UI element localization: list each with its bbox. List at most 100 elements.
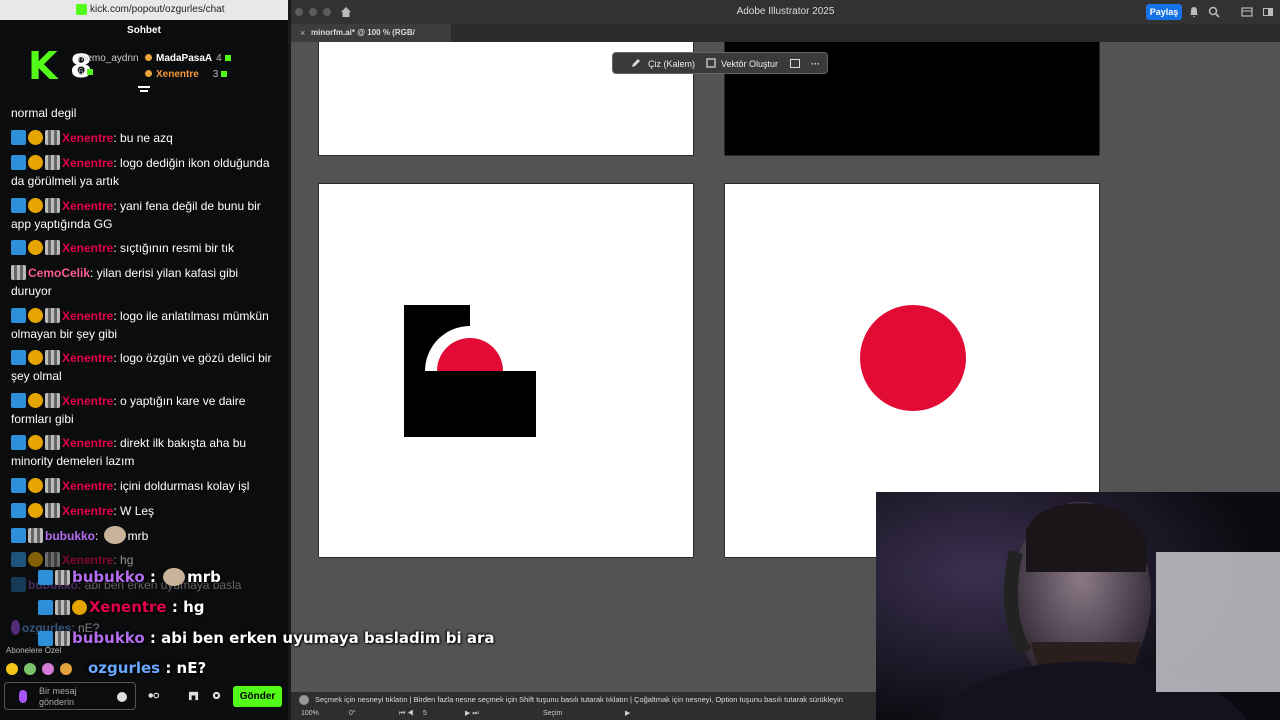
chat-username[interactable]: Xenentre [62,241,113,255]
kick-favicon-icon [76,4,87,15]
subscriber-badge-icon [28,528,43,543]
contextual-taskbar: Çiz (Kalem) Vektör Oluştur ··· [612,52,828,74]
chat-username[interactable]: Xenentre [62,436,113,450]
zoom-level[interactable]: 100% [301,708,319,720]
panel-layout-icon[interactable] [1262,6,1274,18]
leaderboard-count: 6 [78,67,93,78]
app-titlebar: Adobe Illustrator 2025 Paylaş [291,0,1280,24]
chat-url-bar: kick.com/popout/ozgurles/chat [0,0,288,20]
subscriber-badge-icon [11,265,26,280]
cat-emote-icon [103,526,126,544]
chat-username[interactable]: Xenentre [62,131,113,145]
gift-icon[interactable] [148,690,159,701]
overlay-text: nE? [176,659,207,677]
close-tab-icon[interactable]: × [300,24,305,42]
chat-message: Xenentre: içini doldurması kolay işl [11,477,279,495]
chat-username[interactable]: Xenentre [62,351,113,365]
image-trace-icon[interactable] [790,59,800,68]
supporter-badge-icon [28,198,43,213]
subscriber-badge-icon [45,240,60,255]
vector-icon [706,58,716,68]
more-options-icon[interactable]: ··· [811,57,820,71]
chat-message: Xenentre: o yaptığın kare ve daire forml… [11,393,246,426]
overlay-message: Xenentre : hg [38,598,204,616]
chat-url-text: kick.com/popout/ozgurles/chat [90,4,225,15]
status-menu-arrow-icon[interactable]: ▶ [625,708,630,720]
chat-message: Xenentre: logo ile anlatılması mümkün ol… [11,308,269,341]
pencil-icon [632,59,640,67]
chat-message: Xenentre: direkt ilk bakışta aha bu mino… [11,435,247,468]
chat-message: bubukko: mrb [11,526,279,545]
chat-username[interactable]: Xenentre [62,199,113,213]
subscriber-badge-icon [45,503,60,518]
leaderboard-name: memo_aydnn [78,53,139,64]
chat-username[interactable]: bubukko [45,529,95,543]
workspace-switcher-icon[interactable] [1241,6,1253,18]
moderator-badge-icon [11,308,26,323]
supporter-badge-icon [28,435,43,450]
bell-icon[interactable] [1188,6,1200,18]
share-button[interactable]: Paylaş [1146,4,1182,20]
moderator-badge-icon [11,393,26,408]
search-icon[interactable] [1208,6,1220,18]
subscriber-badge-icon [55,600,70,615]
supporter-badge-icon [28,240,43,255]
store-icon[interactable] [188,690,199,701]
chat-text: mrb [127,529,149,543]
artboard[interactable] [318,183,694,558]
crown-icon [145,54,152,61]
overlay-text: abi ben erken uyumaya basladim bi ara [161,629,495,647]
moderator-badge-icon [11,435,26,450]
chat-text: sıçtığının resmi bir tık [120,241,235,255]
leaderboard-entry[interactable]: MadaPasaA 4 [145,53,231,64]
draw-pen-button[interactable]: Çiz (Kalem) [648,57,695,71]
create-vector-button[interactable]: Vektör Oluştur [721,57,778,71]
subscriber-badge-icon [45,155,60,170]
last-artboard-icon[interactable]: ▶ ⏭ [465,708,479,720]
leaderboard-count: 4 [216,53,222,64]
cat-emote-icon [163,568,186,586]
chat-username[interactable]: Xenentre [62,394,113,408]
subscriber-badge-icon [55,570,70,585]
moderator-badge-icon [38,600,53,615]
first-artboard-icon[interactable]: ⏮ ◀ [399,708,414,720]
moderator-badge-icon [11,155,26,170]
overlay-message: bubukko : abi ben erken uyumaya basladim… [38,629,494,647]
chat-username[interactable]: Xenentre [62,504,113,518]
artboard-number[interactable]: 5 [423,708,427,720]
supporter-badge-icon [28,503,43,518]
chat-message: Xenentre: logo dediğin ikon olduğunda da… [11,155,270,188]
subscriber-badge-icon [45,435,60,450]
chat-username[interactable]: CemoCelik [28,266,90,280]
logo-artwork[interactable] [404,305,536,437]
chat-username[interactable]: Xenentre [62,479,113,493]
subscriber-badge-icon [45,198,60,213]
moderator-badge-icon [11,350,26,365]
rotation-value[interactable]: 0° [349,708,356,720]
leaderboard-entry[interactable]: memo_aydnn [78,53,139,64]
emoji-icon[interactable] [117,692,127,702]
microphone-icon[interactable] [19,690,27,703]
subscriber-badge-icon [45,350,60,365]
red-circle-artwork[interactable] [859,304,967,412]
leaderboard-entry[interactable]: Xenentre 3 [145,69,228,80]
overlay-text: hg [183,598,205,616]
moderator-badge-icon [11,528,26,543]
chat-message-partial: normal degil [11,106,77,120]
settings-gear-icon[interactable] [211,690,222,701]
document-tab[interactable]: × minorfm.ai* @ 100 % (RGB/Önizleme) [291,24,451,55]
chat-message-input[interactable]: Bir mesaj gönderin [4,682,136,710]
moderator-badge-icon [11,130,26,145]
status-hint-text: Seçmek için nesneyi tıklatın | Birden fa… [315,695,843,704]
send-button[interactable]: Gönder [233,686,282,707]
chat-text: W Leş [120,504,155,518]
moderator-badge-icon [11,198,26,213]
chat-username[interactable]: Xenentre [62,156,113,170]
gem-icon [86,69,93,75]
overlay-username: Xenentre [89,598,167,616]
supporter-badge-icon [72,600,87,615]
chat-text: bu ne azq [120,131,173,145]
chat-username[interactable]: Xenentre [62,309,113,323]
chat-message: Xenentre: bu ne azq [11,129,279,147]
supporter-badge-icon [28,130,43,145]
